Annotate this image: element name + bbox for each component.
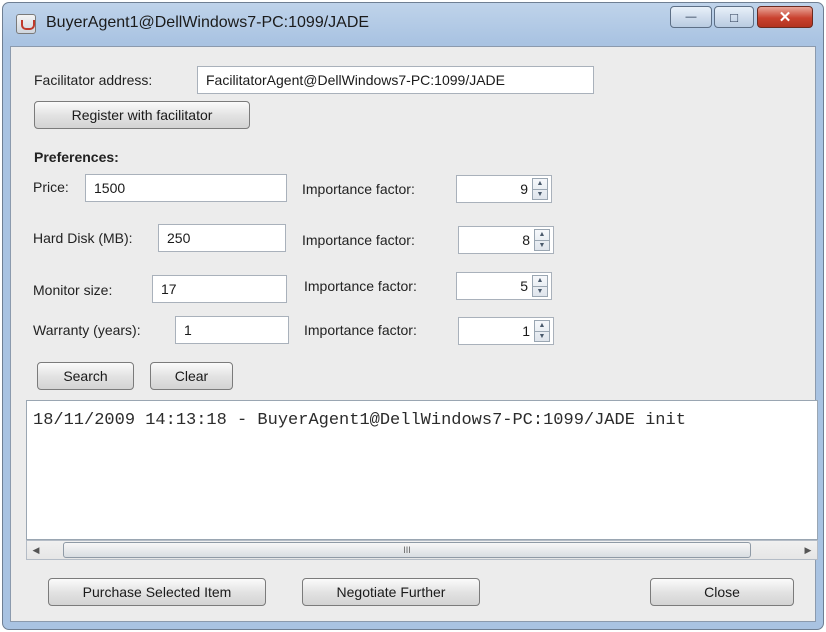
warranty-importance-label: Importance factor: bbox=[304, 322, 417, 338]
price-label: Price: bbox=[33, 179, 69, 195]
spinner-arrows[interactable]: ▲ ▼ bbox=[534, 229, 550, 251]
hard-disk-field[interactable]: 250 bbox=[158, 224, 286, 252]
spinner-down-icon[interactable]: ▼ bbox=[535, 239, 549, 251]
spinner-arrows[interactable]: ▲ ▼ bbox=[532, 178, 548, 200]
clear-button[interactable]: Clear bbox=[150, 362, 233, 390]
facilitator-address-label: Facilitator address: bbox=[34, 72, 153, 88]
purchase-selected-item-button[interactable]: Purchase Selected Item bbox=[48, 578, 266, 606]
monitor-size-importance-value: 5 bbox=[520, 278, 528, 294]
spinner-down-icon[interactable]: ▼ bbox=[533, 188, 547, 200]
scroll-left-icon[interactable]: ◀ bbox=[27, 541, 45, 559]
close-button[interactable]: Close bbox=[650, 578, 794, 606]
register-with-facilitator-button[interactable]: Register with facilitator bbox=[34, 101, 250, 129]
maximize-icon: □ bbox=[730, 9, 738, 25]
price-importance-label: Importance factor: bbox=[302, 181, 415, 197]
monitor-size-importance-label: Importance factor: bbox=[304, 278, 417, 294]
spinner-up-icon[interactable]: ▲ bbox=[533, 276, 547, 286]
spinner-arrows[interactable]: ▲ ▼ bbox=[534, 320, 550, 342]
hard-disk-importance-value: 8 bbox=[522, 232, 530, 248]
log-line: 18/11/2009 14:13:18 - BuyerAgent1@DellWi… bbox=[33, 411, 686, 430]
negotiate-further-button[interactable]: Negotiate Further bbox=[302, 578, 480, 606]
preferences-heading: Preferences: bbox=[34, 149, 119, 165]
scrollbar-thumb[interactable]: III bbox=[63, 542, 751, 558]
log-horizontal-scrollbar[interactable]: ◀ III ▶ bbox=[26, 540, 818, 560]
hard-disk-importance-spinner[interactable]: 8 ▲ ▼ bbox=[458, 226, 554, 254]
spinner-up-icon[interactable]: ▲ bbox=[535, 321, 549, 331]
hard-disk-importance-label: Importance factor: bbox=[302, 232, 415, 248]
spinner-arrows[interactable]: ▲ ▼ bbox=[532, 275, 548, 297]
warranty-importance-spinner[interactable]: 1 ▲ ▼ bbox=[458, 317, 554, 345]
monitor-size-label: Monitor size: bbox=[33, 282, 113, 298]
close-window-button[interactable]: ✕ bbox=[757, 6, 813, 28]
scroll-right-icon[interactable]: ▶ bbox=[799, 541, 817, 559]
price-importance-spinner[interactable]: 9 ▲ ▼ bbox=[456, 175, 552, 203]
spinner-down-icon[interactable]: ▼ bbox=[535, 330, 549, 342]
warranty-importance-value: 1 bbox=[522, 323, 530, 339]
warranty-label: Warranty (years): bbox=[33, 322, 141, 338]
warranty-field[interactable]: 1 bbox=[175, 316, 289, 344]
price-importance-value: 9 bbox=[520, 181, 528, 197]
java-app-icon bbox=[16, 14, 36, 34]
spinner-up-icon[interactable]: ▲ bbox=[535, 230, 549, 240]
window-title: BuyerAgent1@DellWindows7-PC:1099/JADE bbox=[46, 14, 370, 31]
maximize-button[interactable]: □ bbox=[714, 6, 754, 28]
title-bar[interactable]: BuyerAgent1@DellWindows7-PC:1099/JADE — … bbox=[2, 2, 824, 44]
monitor-size-field[interactable]: 17 bbox=[152, 275, 287, 303]
search-button[interactable]: Search bbox=[37, 362, 134, 390]
log-text-area[interactable]: 18/11/2009 14:13:18 - BuyerAgent1@DellWi… bbox=[26, 400, 818, 540]
facilitator-address-field[interactable]: FacilitatorAgent@DellWindows7-PC:1099/JA… bbox=[197, 66, 594, 94]
minimize-button[interactable]: — bbox=[670, 6, 712, 28]
spinner-up-icon[interactable]: ▲ bbox=[533, 179, 547, 189]
spinner-down-icon[interactable]: ▼ bbox=[533, 285, 547, 297]
minimize-icon: — bbox=[685, 11, 697, 23]
close-icon: ✕ bbox=[778, 9, 792, 26]
hard-disk-label: Hard Disk (MB): bbox=[33, 230, 133, 246]
price-field[interactable]: 1500 bbox=[85, 174, 287, 202]
monitor-size-importance-spinner[interactable]: 5 ▲ ▼ bbox=[456, 272, 552, 300]
